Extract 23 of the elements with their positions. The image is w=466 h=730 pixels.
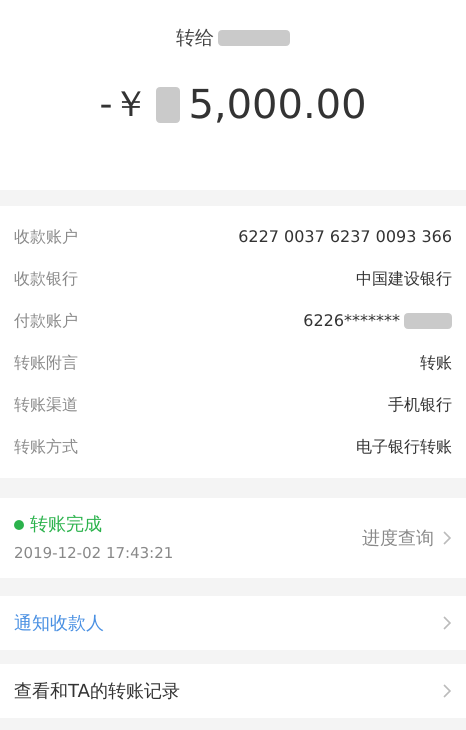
chevron-icon: [442, 530, 452, 546]
detail-label: 收款银行: [14, 268, 78, 290]
status-label: 转账完成: [30, 513, 102, 538]
detail-label: 转账附言: [14, 352, 78, 374]
detail-value: 6227 0037 6237 0093 366: [238, 226, 452, 248]
status-time: 2019-12-02 17:43:21: [14, 543, 174, 564]
amount-sign: -￥: [99, 82, 148, 126]
detail-value: 6226*******: [303, 310, 400, 332]
link-row[interactable]: 查看和TA的转账记录: [0, 664, 466, 718]
detail-label: 转账渠道: [14, 394, 78, 416]
progress-query-link[interactable]: 进度查询: [362, 524, 452, 552]
amount: 5,000.00: [188, 80, 367, 130]
chevron-icon: [442, 615, 452, 631]
detail-label: 收款账户: [14, 226, 78, 248]
detail-value: 转账: [420, 352, 452, 374]
recipient-label: 转给: [176, 26, 214, 51]
chevron-icon: [442, 683, 452, 699]
detail-value: 中国建设银行: [356, 268, 452, 290]
link-row[interactable]: 通知收款人: [0, 596, 466, 650]
detail-label: 转账方式: [14, 436, 78, 458]
detail-value: 手机银行: [388, 394, 452, 416]
detail-value: 电子银行转账: [356, 436, 452, 458]
detail-label: 付款账户: [14, 310, 78, 332]
